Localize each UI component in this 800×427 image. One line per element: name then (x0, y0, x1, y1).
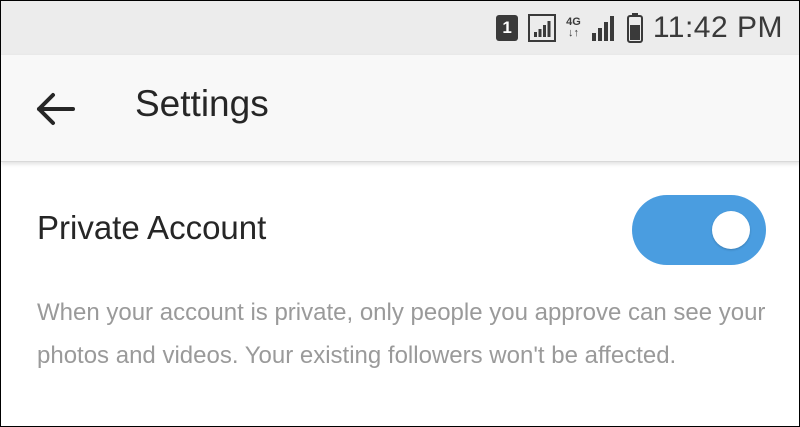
page-title: Settings (135, 83, 269, 124)
back-button[interactable] (31, 89, 79, 129)
app-bar: Settings (1, 55, 799, 162)
arrow-left-icon (37, 93, 75, 125)
status-time: 11:42 PM (652, 11, 783, 44)
screen: 1 4G ↓↑ 11:42 PM Settings Private Accoun… (0, 0, 800, 427)
status-bar: 1 4G ↓↑ 11:42 PM (1, 1, 799, 55)
signal-bars-icon (534, 21, 551, 37)
private-account-description: When your account is private, only peopl… (37, 299, 766, 369)
network-type-indicator: 4G ↓↑ (566, 17, 581, 39)
private-account-row[interactable]: Private Account (1, 161, 799, 301)
status-icons: 1 4G ↓↑ 11:42 PM (496, 1, 783, 55)
battery-icon (626, 13, 643, 43)
private-account-toggle[interactable] (632, 195, 766, 265)
private-account-label: Private Account (37, 209, 267, 246)
signal-box-icon (528, 14, 557, 42)
sim-indicator: 1 (496, 15, 519, 41)
toggle-knob (712, 211, 750, 249)
data-activity-icon: ↓↑ (567, 27, 579, 39)
cell-signal-icon (591, 16, 614, 41)
